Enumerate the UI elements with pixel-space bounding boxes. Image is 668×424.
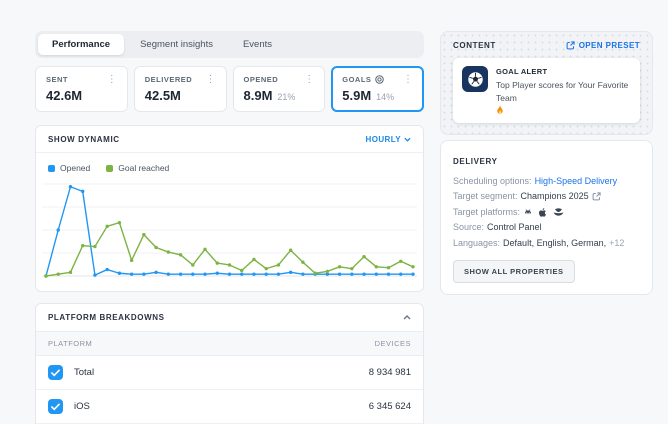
breakdowns-title: PLATFORM BREAKDOWNS: [48, 313, 165, 322]
prop-scheduling-options: Scheduling options: High-Speed Delivery: [453, 174, 640, 190]
goal-target-icon: [375, 75, 384, 84]
huawei-icon: [553, 208, 564, 217]
interval-dropdown[interactable]: HOURLY: [366, 135, 411, 144]
soccer-app-icon: [462, 66, 488, 92]
legend-item-goal-reached[interactable]: Goal reached: [106, 163, 169, 173]
android-icon: [523, 207, 533, 217]
metric-value: 8.9M: [244, 88, 273, 103]
content-card: CONTENT OPEN PRESET GOAL ALERT Top Playe…: [440, 31, 653, 135]
preset-text: Top Player scores for Your Favorite Team: [496, 79, 648, 115]
external-link-icon[interactable]: [592, 192, 601, 201]
kebab-menu-icon[interactable]: ⋮: [303, 76, 315, 84]
tab-bar: Performance Segment insights Events: [35, 31, 424, 58]
prop-source: Source: Control Panel: [453, 220, 640, 236]
chevron-down-icon: [404, 137, 411, 142]
dynamic-chart-card: SHOW DYNAMIC HOURLY Opened Goal reached: [35, 125, 424, 292]
preset-title: GOAL ALERT: [496, 67, 648, 76]
metric-value: 5.9M: [342, 88, 371, 103]
prop-languages: Languages: Default, English, German, +12: [453, 236, 640, 252]
content-title: CONTENT: [453, 41, 496, 50]
goal-alert-preset-card[interactable]: GOAL ALERT Top Player scores for Your Fa…: [453, 58, 640, 123]
column-platform: PLATFORM: [48, 339, 92, 348]
metric-value: 42.6M: [46, 88, 82, 103]
metric-card-sent[interactable]: SENT ⋮ 42.6M: [35, 66, 128, 112]
tab-segment-insights[interactable]: Segment insights: [126, 34, 227, 55]
breakdowns-table-header: PLATFORM DEVICES: [36, 331, 423, 356]
tab-performance[interactable]: Performance: [38, 34, 124, 55]
prop-target-segment: Target segment: Champions 2025: [453, 189, 640, 205]
legend-swatch-goal-reached: [106, 165, 113, 172]
metric-percent: 21%: [277, 92, 295, 102]
row-label: iOS: [74, 401, 358, 412]
kebab-menu-icon[interactable]: ⋮: [205, 76, 217, 84]
prop-target-platforms: Target platforms:: [453, 205, 640, 221]
metric-label: DELIVERED: [145, 75, 192, 84]
collapse-chevron-up-icon[interactable]: [403, 315, 411, 320]
apple-icon: [538, 207, 548, 218]
kebab-menu-icon[interactable]: ⋮: [106, 76, 118, 84]
high-speed-delivery-link[interactable]: High-Speed Delivery: [535, 174, 618, 190]
delivery-card: DELIVERY Scheduling options: High-Speed …: [440, 140, 653, 296]
checkbox-total[interactable]: [48, 365, 63, 380]
side-panel: CONTENT OPEN PRESET GOAL ALERT Top Playe…: [440, 31, 653, 295]
fire-emoji-icon: [496, 105, 504, 115]
table-row-total: Total 8 934 981: [36, 356, 423, 390]
table-row-ios: iOS 6 345 624: [36, 390, 423, 424]
legend-item-opened[interactable]: Opened: [48, 163, 90, 173]
languages-more-count[interactable]: +12: [609, 236, 624, 252]
row-value: 8 934 981: [369, 367, 411, 378]
delivery-title: DELIVERY: [453, 157, 498, 166]
main-column: Performance Segment insights Events SENT…: [35, 31, 424, 424]
metric-percent: 14%: [376, 92, 394, 102]
row-label: Total: [74, 367, 358, 378]
chart-card-title: SHOW DYNAMIC: [48, 135, 120, 144]
line-chart: [42, 179, 417, 283]
platform-breakdowns-card: PLATFORM BREAKDOWNS PLATFORM DEVICES Tot…: [35, 303, 424, 424]
metric-value: 42.5M: [145, 88, 181, 103]
row-value: 6 345 624: [369, 401, 411, 412]
kebab-menu-icon[interactable]: ⋮: [402, 76, 414, 84]
show-all-properties-button[interactable]: SHOW ALL PROPERTIES: [453, 260, 575, 283]
metric-label: GOALS: [342, 75, 371, 84]
column-devices: DEVICES: [375, 339, 411, 348]
metric-label: OPENED: [244, 75, 279, 84]
chart-legend: Opened Goal reached: [36, 153, 423, 175]
metric-card-opened[interactable]: OPENED ⋮ 8.9M 21%: [233, 66, 326, 112]
metric-card-goals[interactable]: GOALS ⋮ 5.9M 14%: [331, 66, 424, 112]
external-link-icon: [566, 41, 575, 50]
metrics-row: SENT ⋮ 42.6M DELIVERED ⋮ 42.5M OPENED ⋮: [35, 66, 424, 112]
metric-label: SENT: [46, 75, 68, 84]
metric-card-delivered[interactable]: DELIVERED ⋮ 42.5M: [134, 66, 227, 112]
open-preset-link[interactable]: OPEN PRESET: [566, 41, 640, 50]
tab-events[interactable]: Events: [229, 34, 286, 55]
legend-swatch-opened: [48, 165, 55, 172]
